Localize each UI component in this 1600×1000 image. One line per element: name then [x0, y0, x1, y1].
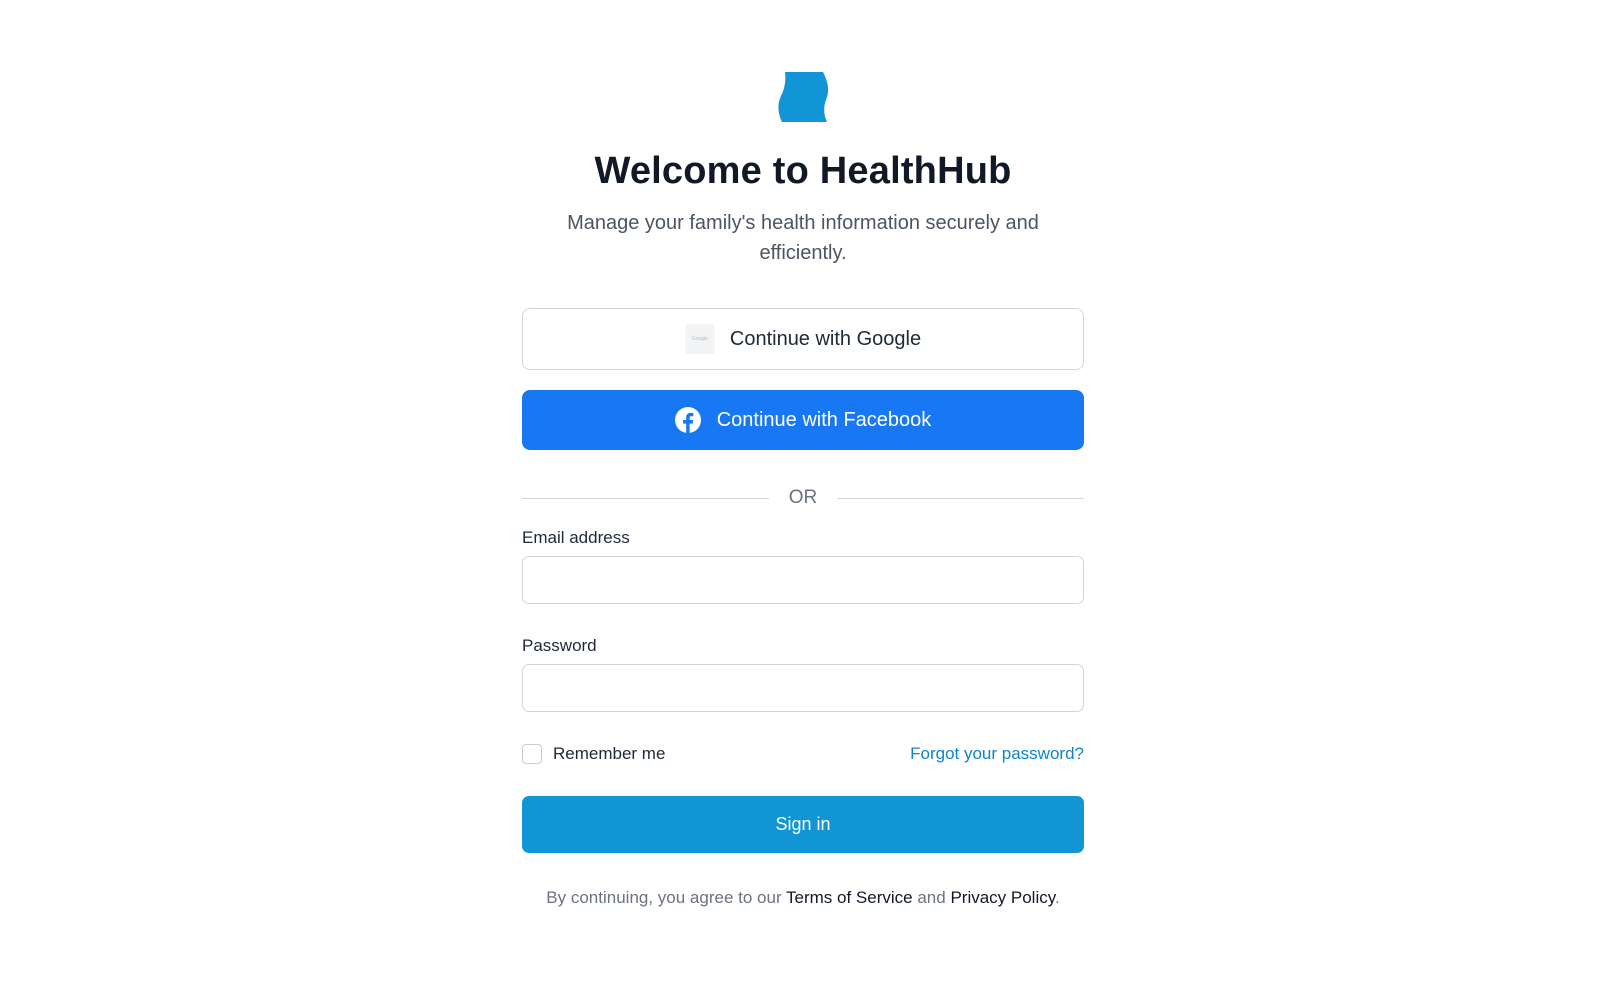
password-input[interactable] [522, 664, 1084, 712]
divider-line-right [837, 497, 1084, 499]
remember-me[interactable]: Remember me [522, 744, 665, 764]
google-button-label: Continue with Google [729, 327, 922, 350]
privacy-policy-link[interactable]: Privacy Policy [950, 888, 1055, 907]
divider-line-left [522, 497, 769, 499]
email-field-group: Email address [522, 528, 1084, 604]
terms-prefix: By continuing, you agree to our [546, 888, 787, 907]
password-label: Password [522, 636, 597, 655]
email-label: Email address [522, 528, 630, 547]
continue-with-google-button[interactable]: Google Continue with Google [522, 308, 1084, 370]
forgot-password-link[interactable]: Forgot your password? [910, 744, 1084, 764]
terms-of-service-link[interactable]: Terms of Service [786, 888, 913, 907]
google-icon-text: Google [691, 336, 708, 342]
google-icon: Google [684, 324, 715, 354]
remember-me-checkbox[interactable] [522, 744, 542, 764]
continue-with-facebook-button[interactable]: Continue with Facebook [522, 390, 1084, 450]
password-field-group: Password [522, 636, 1084, 712]
login-card: Welcome to HealthHub Manage your family'… [522, 72, 1084, 910]
sign-in-button[interactable]: Sign in [522, 796, 1084, 853]
page-subtitle: Manage your family's health information … [567, 212, 1039, 264]
login-page: Welcome to HealthHub Manage your family'… [0, 0, 1600, 1000]
terms-notice: By continuing, you agree to our Terms of… [543, 885, 1063, 910]
terms-and: and [912, 888, 951, 907]
facebook-icon [674, 407, 701, 433]
divider-text: OR [788, 487, 818, 508]
facebook-button-label: Continue with Facebook [716, 408, 932, 431]
healthhub-logo-icon [778, 72, 828, 122]
remember-me-label: Remember me [553, 744, 666, 763]
page-title: Welcome to HealthHub [594, 150, 1012, 192]
or-divider: OR [522, 486, 1084, 510]
form-options-row: Remember me Forgot your password? [522, 742, 1084, 766]
terms-suffix: . [1054, 888, 1060, 907]
email-input[interactable] [522, 556, 1084, 604]
